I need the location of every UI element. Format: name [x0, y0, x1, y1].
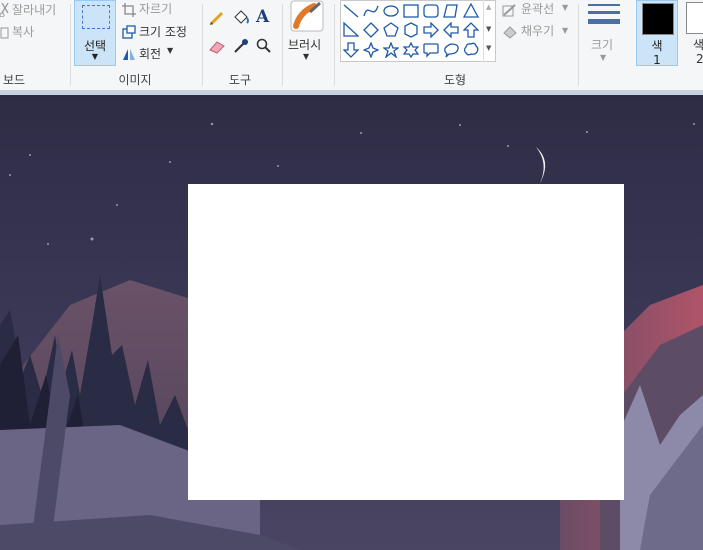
separator — [334, 4, 335, 86]
magnifier-icon[interactable] — [256, 38, 272, 58]
eraser-icon[interactable] — [209, 39, 226, 58]
color1-label: 색 — [651, 39, 663, 53]
five-point-star-shape-icon[interactable] — [383, 42, 399, 58]
expand-gallery-icon[interactable]: ▼ — [486, 44, 491, 52]
white-rectangle-shape[interactable] — [188, 184, 624, 500]
rounded-callout-shape-icon[interactable] — [423, 42, 439, 58]
outline-icon — [502, 2, 518, 21]
up-arrow-shape-icon[interactable] — [463, 22, 479, 38]
right-arrow-shape-icon[interactable] — [423, 22, 439, 38]
right-triangle-shape-icon[interactable] — [343, 22, 359, 38]
ribbon: 잘라내기 복사 보드 선택 ▼ 자르기 크기 조정 회전 ▼ 이미지 A 도구 — [0, 0, 703, 91]
rectangle-shape-icon[interactable] — [403, 3, 419, 19]
fill-button[interactable]: 채우기 — [521, 22, 554, 39]
outline-button[interactable]: 윤곽선 — [521, 0, 554, 17]
color2-label: 색 — [693, 38, 703, 52]
oval-shape-icon[interactable] — [383, 3, 399, 19]
cut-button[interactable]: 잘라내기 — [12, 1, 56, 18]
rotate-icon — [122, 46, 136, 65]
color2-number: 2 — [696, 52, 703, 66]
separator — [70, 4, 71, 86]
crop-icon — [122, 2, 136, 21]
text-icon[interactable]: A — [256, 7, 269, 27]
color2-swatch — [686, 2, 703, 34]
separator — [202, 4, 203, 86]
color1-swatch — [642, 3, 674, 35]
scroll-down-icon[interactable]: ▼ — [486, 25, 491, 33]
size-button[interactable]: 크기 — [591, 36, 613, 53]
shapes-scrollbar[interactable]: ▲ ▼ ▼ — [483, 0, 497, 62]
rotate-button[interactable]: 회전 — [139, 45, 161, 62]
tools-group-label: 도구 — [228, 73, 252, 87]
image-group-label: 이미지 — [118, 73, 152, 87]
separator — [578, 4, 579, 86]
down-arrow-shape-icon[interactable] — [343, 42, 359, 58]
shapes-group-label: 도형 — [443, 73, 467, 87]
rotate-chevron-icon[interactable]: ▼ — [167, 46, 173, 55]
brushes-chevron-icon[interactable]: ▼ — [303, 52, 309, 61]
crop-button[interactable]: 자르기 — [139, 0, 172, 17]
copy-button[interactable]: 복사 — [12, 23, 34, 40]
pentagon-shape-icon[interactable] — [383, 22, 399, 38]
drawing-canvas[interactable] — [0, 95, 703, 550]
oval-callout-shape-icon[interactable] — [443, 42, 459, 58]
brushes-button[interactable]: 브러시 — [288, 36, 321, 53]
fill-shape-icon — [502, 24, 518, 43]
color-picker-icon[interactable] — [233, 38, 249, 58]
scroll-up-icon[interactable]: ▲ — [486, 3, 491, 11]
cloud-callout-shape-icon[interactable] — [463, 42, 479, 58]
resize-button[interactable]: 크기 조정 — [139, 23, 187, 40]
fill-icon[interactable] — [232, 9, 250, 31]
cut-icon — [0, 2, 10, 21]
triangle-shape-icon[interactable] — [463, 3, 479, 19]
hexagon-shape-icon[interactable] — [403, 22, 419, 38]
outline-chevron-icon[interactable]: ▼ — [562, 3, 568, 12]
line-shape-icon[interactable] — [343, 3, 359, 19]
copy-icon — [0, 24, 10, 43]
resize-icon — [122, 24, 136, 43]
diamond-shape-icon[interactable] — [363, 22, 379, 38]
rounded-rectangle-shape-icon[interactable] — [423, 3, 439, 19]
clipboard-group-label: 보드 — [2, 73, 26, 87]
pencil-icon[interactable] — [209, 10, 225, 30]
color1-number: 1 — [653, 53, 661, 67]
polygon-shape-icon[interactable] — [443, 3, 459, 19]
six-point-star-shape-icon[interactable] — [403, 42, 419, 58]
chevron-down-icon: ▼ — [91, 52, 99, 61]
select-rect-icon — [82, 5, 110, 29]
curve-shape-icon[interactable] — [363, 3, 379, 19]
fill-chevron-icon[interactable]: ▼ — [562, 26, 568, 35]
size-chevron-icon[interactable]: ▼ — [600, 53, 606, 62]
select-button[interactable]: 선택 ▼ — [74, 0, 116, 66]
left-arrow-shape-icon[interactable] — [443, 22, 459, 38]
separator — [282, 4, 283, 86]
color1-button[interactable]: 색 1 — [636, 0, 678, 67]
brush-icon[interactable] — [290, 0, 324, 36]
four-point-star-shape-icon[interactable] — [363, 42, 379, 58]
size-icon — [588, 2, 620, 34]
